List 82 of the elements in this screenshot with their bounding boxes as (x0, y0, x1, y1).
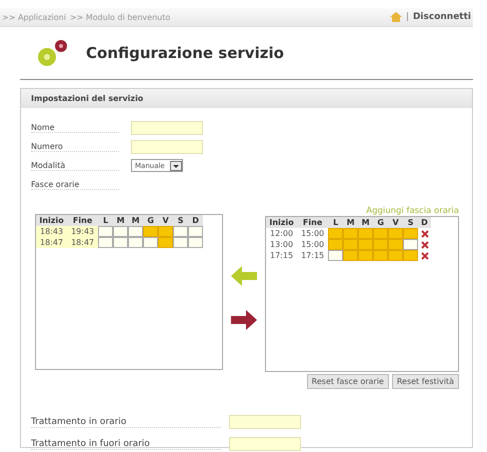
day-toggle[interactable] (328, 228, 344, 239)
day-toggle[interactable] (403, 239, 418, 250)
column-header: D (188, 215, 204, 226)
input-field[interactable] (229, 415, 301, 429)
day-toggle[interactable] (343, 239, 358, 250)
table-cell: 12:00 (266, 228, 298, 239)
page-title: Configurazione servizio (86, 44, 284, 62)
field-label: Trattamento in orario (31, 416, 221, 428)
day-toggle[interactable] (388, 239, 404, 250)
day-toggle[interactable] (173, 237, 188, 248)
column-header: M (343, 217, 358, 228)
field-label: Numero (31, 142, 119, 152)
day-toggle[interactable] (113, 226, 128, 237)
delete-icon[interactable] (421, 252, 430, 260)
day-toggle[interactable] (343, 250, 358, 261)
field-label: Fasce orarie (31, 180, 119, 190)
day-toggle[interactable] (328, 250, 344, 261)
day-toggle[interactable] (373, 228, 388, 239)
day-toggle[interactable] (358, 250, 374, 261)
logout-link[interactable]: Disconnetti (412, 12, 471, 22)
day-toggle[interactable] (188, 237, 204, 248)
day-toggle[interactable] (98, 237, 114, 248)
day-toggle[interactable] (158, 237, 174, 248)
day-toggle[interactable] (403, 228, 418, 239)
day-toggle[interactable] (143, 237, 158, 248)
day-toggle[interactable] (173, 226, 188, 237)
column-header: S (403, 217, 418, 228)
column-header: G (143, 215, 158, 226)
input-field[interactable] (229, 437, 301, 451)
field-label: Modalità (31, 160, 119, 170)
day-toggle[interactable] (158, 226, 174, 237)
table-cell: 18:47 (36, 237, 68, 248)
column-header: V (388, 217, 404, 228)
column-header: M (113, 215, 128, 226)
section-header: Impostazioni del servizio (21, 89, 472, 108)
day-toggle[interactable] (113, 237, 128, 248)
day-toggle[interactable] (388, 228, 404, 239)
column-header: S (173, 215, 188, 226)
day-toggle[interactable] (128, 237, 144, 248)
day-toggle[interactable] (343, 228, 358, 239)
day-toggle[interactable] (373, 239, 388, 250)
table-cell-text: 17:15 (269, 250, 294, 261)
day-toggle[interactable] (328, 239, 344, 250)
day-toggle[interactable] (143, 226, 158, 237)
column-header: Fine (297, 217, 328, 228)
column-header: D (418, 217, 431, 228)
input-field[interactable] (131, 120, 203, 134)
separator: | (406, 12, 409, 22)
table-cell: 18:47 (67, 237, 98, 248)
home-icon[interactable] (390, 12, 402, 22)
table-cell-text: 13:00 (269, 239, 294, 250)
field-label: Trattamento in fuori orario (31, 438, 221, 450)
input-field[interactable] (131, 140, 203, 154)
day-toggle[interactable] (98, 226, 114, 237)
table-cell: 15:00 (297, 228, 328, 239)
delete-icon[interactable] (421, 230, 430, 238)
column-header: G (373, 217, 388, 228)
column-header: Inizio (36, 215, 68, 226)
arrow-left-icon[interactable] (231, 266, 257, 286)
day-toggle[interactable] (128, 226, 144, 237)
day-toggle[interactable] (188, 226, 204, 237)
day-toggle[interactable] (403, 250, 418, 261)
column-header: Inizio (266, 217, 298, 228)
arrow-right-icon[interactable] (231, 310, 257, 330)
reset-button[interactable]: Reset fasce orarie (306, 374, 389, 389)
delete-icon[interactable] (421, 240, 430, 248)
day-toggle[interactable] (388, 250, 404, 261)
column-header: L (328, 217, 344, 228)
day-toggle[interactable] (373, 250, 388, 261)
reset-button[interactable]: Reset festività (392, 374, 459, 389)
day-toggle[interactable] (358, 239, 374, 250)
column-header: M (128, 215, 144, 226)
table-cell: 19:43 (67, 226, 98, 237)
column-header: M (358, 217, 374, 228)
column-header: L (98, 215, 114, 226)
table-cell: 17:15 (297, 250, 328, 261)
column-header: V (158, 215, 174, 226)
field-label: Nome (31, 122, 119, 132)
column-header: Fine (67, 215, 98, 226)
day-toggle[interactable] (358, 228, 374, 239)
table-cell: 18:43 (36, 226, 68, 237)
table-cell: 15:00 (297, 239, 328, 250)
